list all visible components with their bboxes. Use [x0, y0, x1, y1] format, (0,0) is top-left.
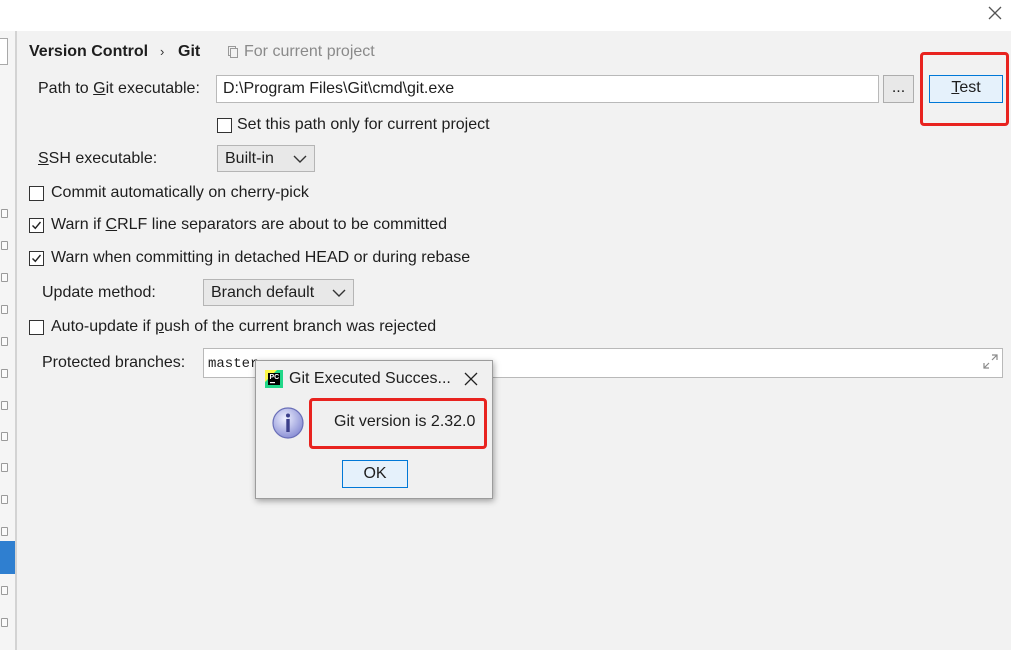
git-path-input[interactable]: D:\Program Files\Git\cmd\git.exe	[216, 75, 879, 103]
sidebar-item-icon[interactable]	[1, 305, 8, 314]
chevron-down-icon	[332, 289, 346, 297]
sidebar-search-input[interactable]	[0, 38, 8, 65]
copy-scope-icon	[228, 45, 238, 58]
pycharm-icon-text: PC	[269, 373, 280, 381]
breadcrumb-root[interactable]: Version Control	[29, 43, 148, 61]
dialog-close-icon[interactable]	[463, 371, 479, 387]
sidebar-item-icon[interactable]	[1, 209, 8, 218]
git-path-label: Path to Git executable:	[38, 80, 200, 97]
detached-head-label: Warn when committing in detached HEAD or…	[51, 249, 471, 266]
sidebar-item-icon[interactable]	[1, 432, 8, 441]
sidebar-item-icon[interactable]	[1, 273, 8, 282]
ok-button[interactable]: OK	[342, 460, 408, 488]
crlf-checkbox[interactable]	[29, 218, 44, 233]
highlight-box-test	[920, 52, 1009, 126]
sidebar-item-icon[interactable]	[1, 618, 8, 627]
breadcrumb-separator: ›	[160, 44, 165, 59]
protected-branches-value: master	[208, 356, 259, 372]
sidebar-item-icon[interactable]	[1, 241, 8, 250]
sidebar-item-icon[interactable]	[1, 495, 8, 504]
sidebar-item-git-selected[interactable]	[0, 541, 15, 574]
browse-button[interactable]: ...	[883, 75, 914, 103]
cherry-pick-checkbox[interactable]	[29, 186, 44, 201]
update-method-selected-value: Branch default	[211, 284, 315, 301]
scope-note: For current project	[244, 43, 375, 60]
sidebar-item-icon[interactable]	[1, 463, 8, 472]
current-project-only-label: Set this path only for current project	[237, 116, 490, 133]
sidebar-item-icon[interactable]	[1, 337, 8, 346]
auto-update-label: Auto-update if push of the current branc…	[51, 318, 437, 335]
current-project-only-checkbox[interactable]	[217, 118, 232, 133]
sidebar-item-icon[interactable]	[1, 586, 8, 595]
protected-branches-label: Protected branches:	[42, 354, 186, 371]
highlight-box-version	[309, 398, 487, 449]
update-method-label: Update method:	[42, 284, 156, 301]
update-method-select[interactable]: Branch default	[203, 279, 354, 306]
ssh-executable-select[interactable]: Built-in	[217, 145, 315, 172]
cherry-pick-label: Commit automatically on cherry-pick	[51, 184, 309, 201]
ssh-selected-value: Built-in	[225, 150, 274, 167]
check-icon	[32, 221, 42, 230]
pycharm-icon: PC	[265, 370, 283, 388]
ssh-label: SSH executable:	[38, 150, 158, 167]
expand-icon[interactable]	[982, 353, 999, 370]
sidebar-item-icon[interactable]	[1, 369, 8, 378]
sidebar-item-icon[interactable]	[1, 527, 8, 536]
breadcrumb-current: Git	[178, 43, 201, 60]
sidebar-item-icon[interactable]	[1, 401, 8, 410]
dialog-title: Git Executed Succes...	[289, 370, 451, 387]
check-icon	[32, 254, 42, 263]
crlf-label: Warn if CRLF line separators are about t…	[51, 216, 448, 233]
info-icon	[271, 406, 305, 440]
chevron-down-icon	[293, 155, 307, 163]
close-icon[interactable]	[985, 3, 1005, 23]
title-bar	[0, 0, 1011, 31]
auto-update-checkbox[interactable]	[29, 320, 44, 335]
detached-head-checkbox[interactable]	[29, 251, 44, 266]
